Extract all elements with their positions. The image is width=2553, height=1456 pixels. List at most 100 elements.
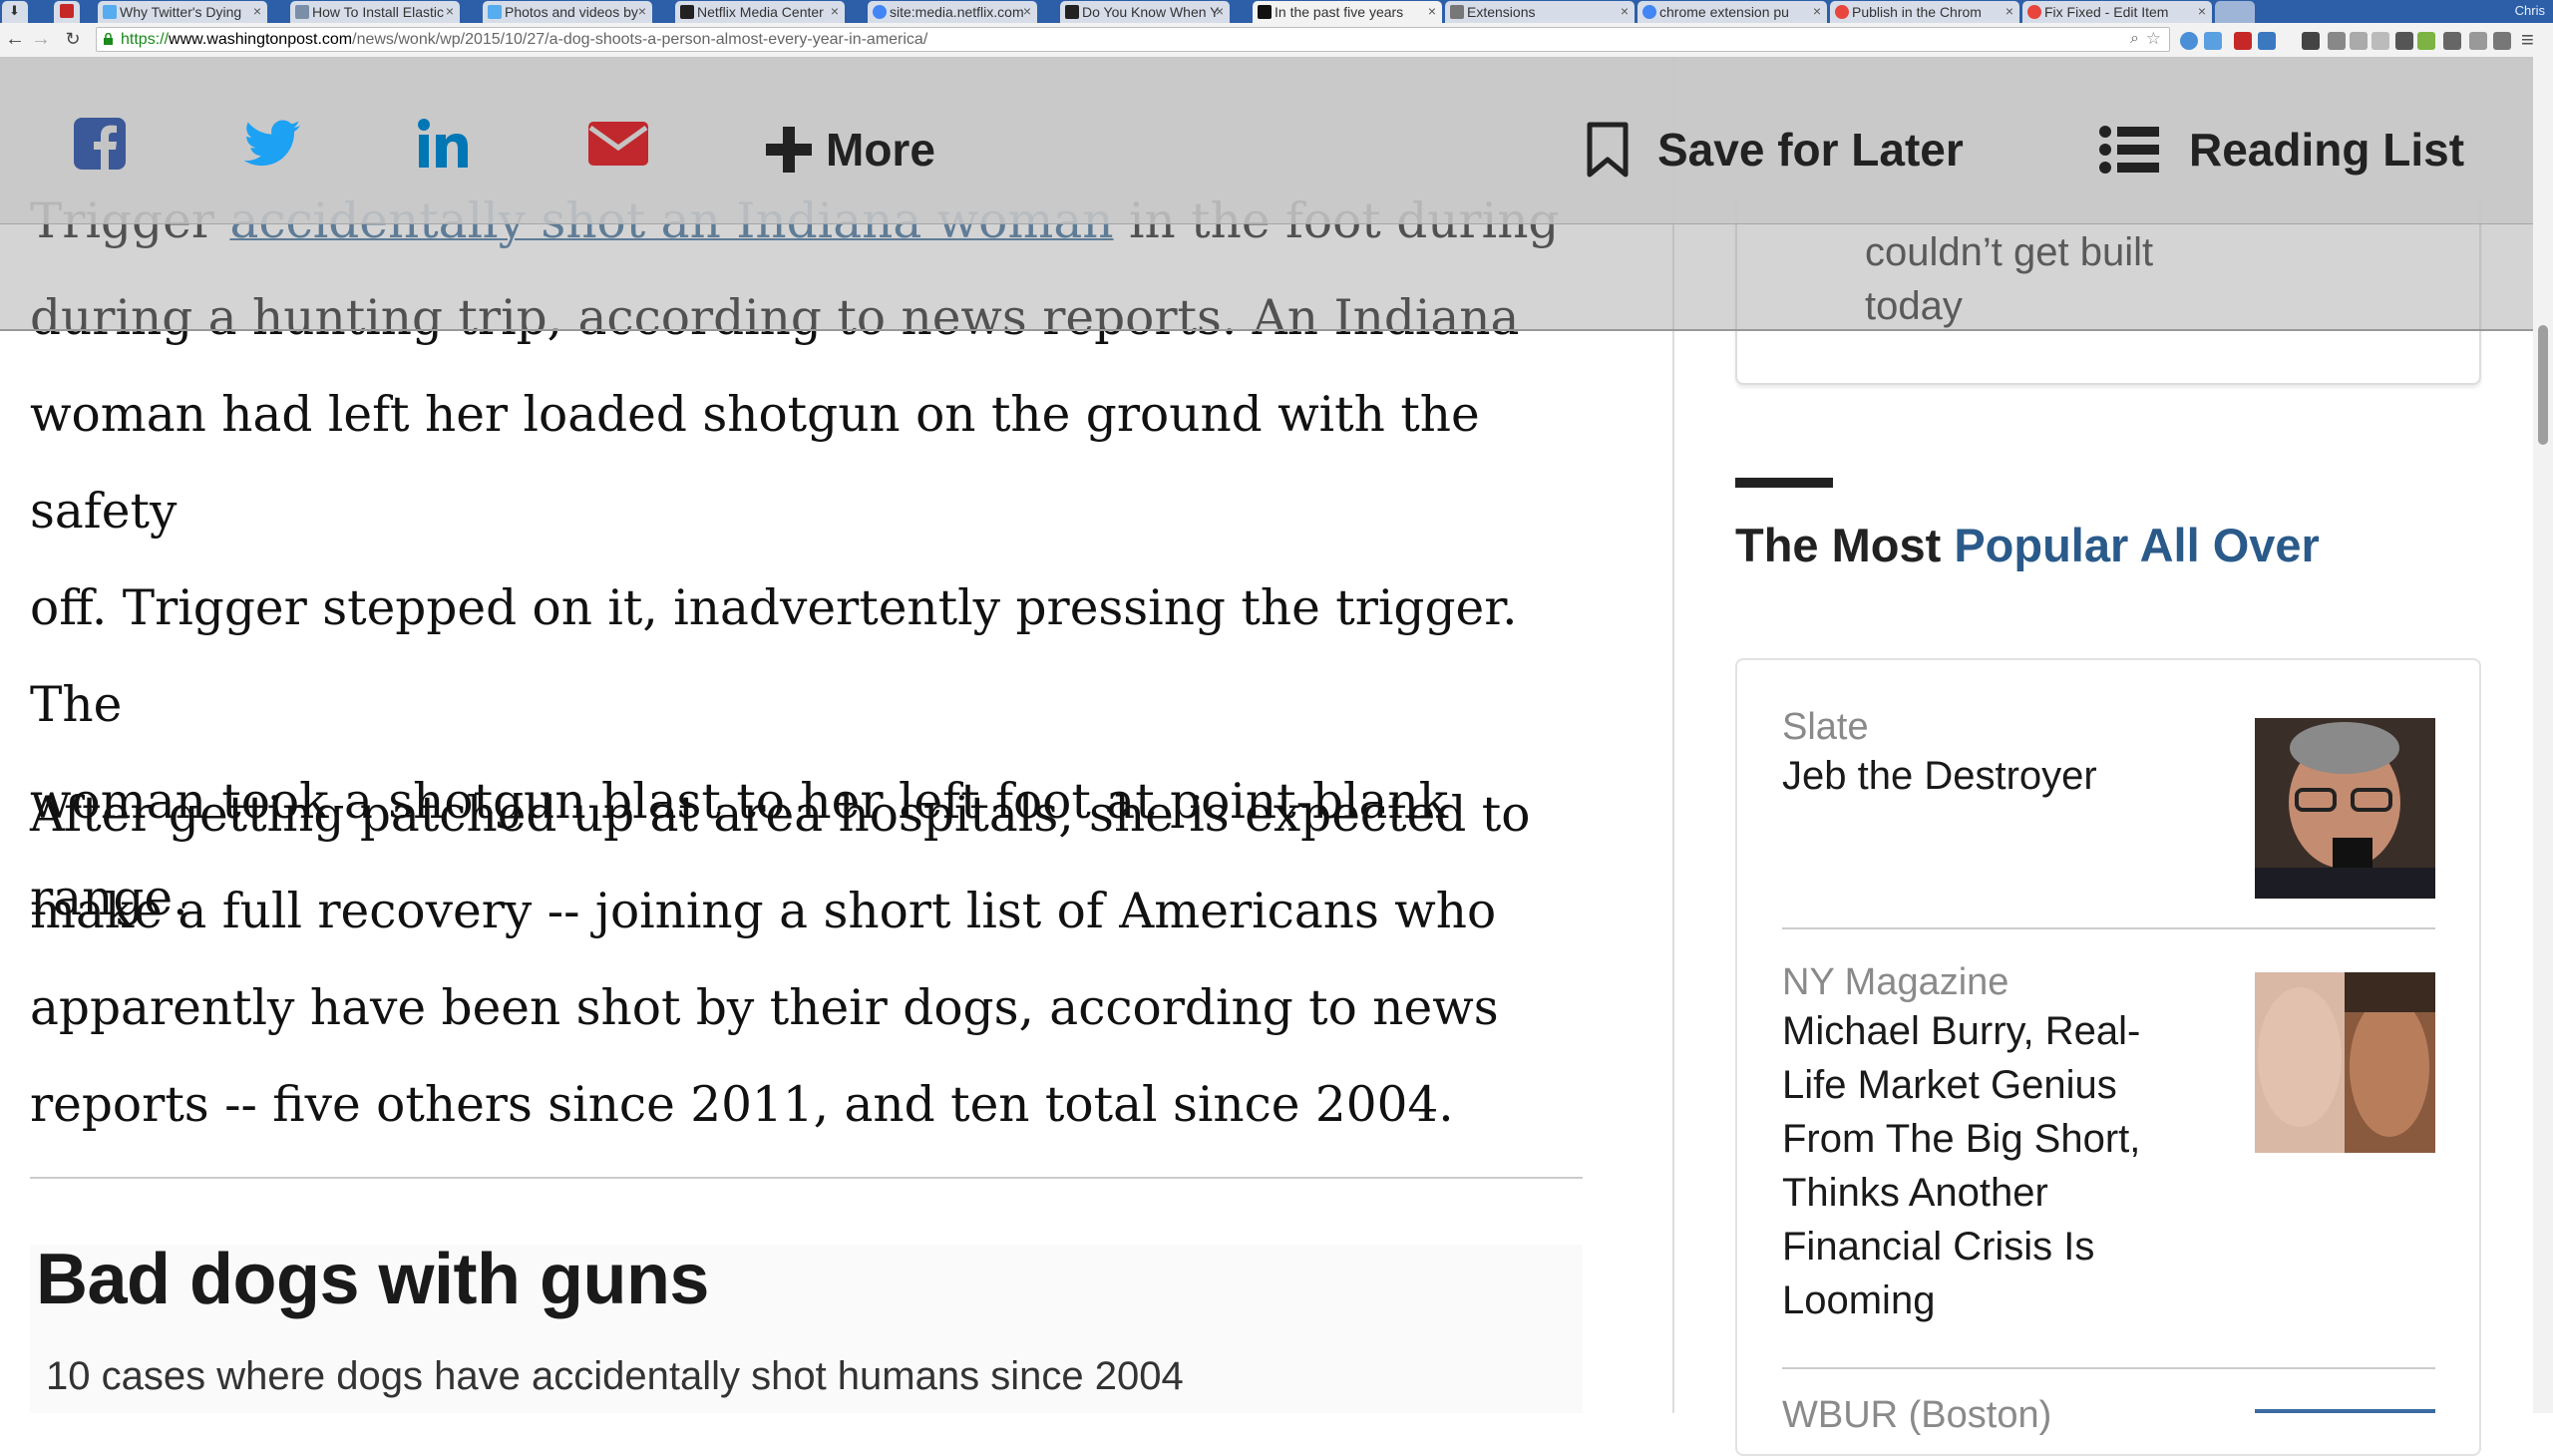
popular-item-thumbnail[interactable] [2255,718,2435,899]
puzzle-favicon-icon [1450,5,1464,19]
extension-icon[interactable] [2302,32,2320,50]
tab-pinned-ublock[interactable] [54,1,80,23]
tab-5[interactable]: Do You Know When Y × [1060,1,1230,23]
facebook-icon[interactable] [74,118,126,170]
linkedin-icon[interactable] [417,118,469,170]
portrait-photo [2255,972,2435,1153]
tab-8[interactable]: chrome extension pu × [1638,1,1827,23]
tab-title: Publish in the Chrom [1852,4,1982,20]
tab-6-active[interactable]: In the past five years × [1253,1,1442,23]
popular-item-thumbnail[interactable] [2255,972,2435,1153]
share-toolbar-shadow [0,223,2553,331]
tab-9[interactable]: Publish in the Chrom × [1830,1,2019,23]
tab-close-icon[interactable]: × [1813,3,1821,19]
extension-icon[interactable] [2493,32,2511,50]
scrollbar-track[interactable] [2533,57,2553,1413]
back-arrow-icon[interactable]: ← [4,28,26,51]
google-favicon-icon [873,5,887,19]
blog-favicon-icon [295,5,309,19]
paragraph-line: woman had left her loaded shotgun on the… [30,387,1480,540]
tab-close-icon[interactable]: × [638,3,646,19]
bookmark-star-icon[interactable]: ☆ [2146,29,2161,49]
popular-item[interactable]: WBUR (Boston) [1782,1394,2435,1437]
heading-accent-bar [1735,478,1833,488]
tab-title: Photos and videos by [505,4,638,20]
extension-icon[interactable] [2469,32,2487,50]
popular-item-source: WBUR (Boston) [1782,1394,2052,1436]
menu-icon[interactable]: ≡ [2521,27,2534,53]
extension-icon[interactable] [2371,32,2389,50]
site-favicon-icon [1065,5,1079,19]
popular-item-thumbnail[interactable] [2255,1409,2435,1413]
tab-title: chrome extension pu [1659,4,1789,20]
download-icon: ⬇ [9,3,20,18]
extension-icon[interactable] [2443,32,2461,50]
plus-icon [766,127,812,173]
bookmark-icon [1587,122,1629,178]
tab-downloads[interactable]: ⬇ [2,1,28,23]
extension-icon[interactable] [2328,32,2346,50]
extension-icon[interactable] [2395,32,2413,50]
zoom-icon[interactable]: ⌕ [2130,30,2139,48]
popular-item-headline[interactable]: Jeb the Destroyer [1782,749,2181,803]
lock-icon [104,33,113,45]
twitter-favicon-icon [103,5,117,19]
ublock-extension-icon[interactable] [2234,32,2252,50]
new-tab-button[interactable] [2215,1,2255,23]
tab-title: How To Install Elastic [312,4,445,20]
extension-icon[interactable] [2180,32,2198,50]
netflix-favicon-icon [680,5,694,19]
extension-icon[interactable] [2258,32,2276,50]
item-separator [1782,1367,2435,1369]
email-icon[interactable] [588,118,648,170]
tab-close-icon[interactable]: × [1428,3,1436,19]
save-for-later-button[interactable]: Save for Later [1586,120,1964,180]
graphic-subtitle: 10 cases where dogs have accidentally sh… [46,1354,1184,1398]
scrollbar-thumb[interactable] [2538,325,2548,445]
tab-1[interactable]: How To Install Elastic × [290,1,460,23]
tab-close-icon[interactable]: × [1621,3,1629,19]
graphic-title: Bad dogs with guns [36,1240,709,1319]
portrait-photo [2255,718,2435,899]
tab-close-icon[interactable]: × [2198,3,2206,19]
paragraph-line: make a full recovery -- joining a short … [30,884,1497,939]
tab-7[interactable]: Extensions × [1445,1,1635,23]
tab-10[interactable]: Fix Fixed - Edit Item × [2022,1,2212,23]
twitter-icon[interactable] [244,118,300,170]
tab-close-icon[interactable]: × [1023,3,1031,19]
reload-icon[interactable]: ↻ [62,29,84,50]
tab-strip: ⬇ Why Twitter's Dying × How To Install E… [0,0,2553,23]
save-for-later-label: Save for Later [1657,124,1964,176]
paragraph-line: reports -- five others since 2011, and t… [30,1077,1454,1133]
popular-item-headline[interactable]: Michael Burry, Real-Life Market Genius F… [1782,1004,2181,1327]
tab-close-icon[interactable]: × [1216,3,1224,19]
tab-2[interactable]: Photos and videos by × [483,1,652,23]
extension-icon[interactable] [2350,32,2368,50]
tab-title: Do You Know When Y [1082,4,1220,20]
url-field[interactable]: https://www.washingtonpost.com/news/wonk… [96,27,2170,52]
reading-list-button[interactable]: Reading List [2099,120,2464,180]
washington-post-favicon-icon [1258,5,1272,19]
tab-close-icon[interactable]: × [2006,3,2013,19]
url-scheme: https:// [121,31,170,48]
popular-heading: The Most Popular All Over [1735,519,2320,571]
profile-name[interactable]: Chris [2515,3,2545,18]
tab-3[interactable]: Netflix Media Center × [675,1,845,23]
url-host: www.washingtonpost.com [169,31,353,48]
article-paragraph: After getting patched up at area hospita… [30,767,1606,1154]
extension-icon[interactable] [2417,32,2435,50]
tab-title: Why Twitter's Dying [120,4,242,20]
tab-4[interactable]: site:media.netflix.com × [868,1,1037,23]
tab-title: site:media.netflix.com [890,4,1024,20]
tab-title: Fix Fixed - Edit Item [2044,4,2169,20]
twitter-favicon-icon [488,5,502,19]
tab-close-icon[interactable]: × [253,3,261,19]
tab-0[interactable]: Why Twitter's Dying × [98,1,267,23]
extension-icon[interactable] [2204,32,2222,50]
tab-close-icon[interactable]: × [831,3,839,19]
chrome-favicon-icon [1835,5,1849,19]
more-share-button[interactable]: More [766,120,935,180]
ublock-icon [60,4,74,18]
tab-close-icon[interactable]: × [446,3,454,19]
forward-arrow-icon[interactable]: → [30,28,52,51]
